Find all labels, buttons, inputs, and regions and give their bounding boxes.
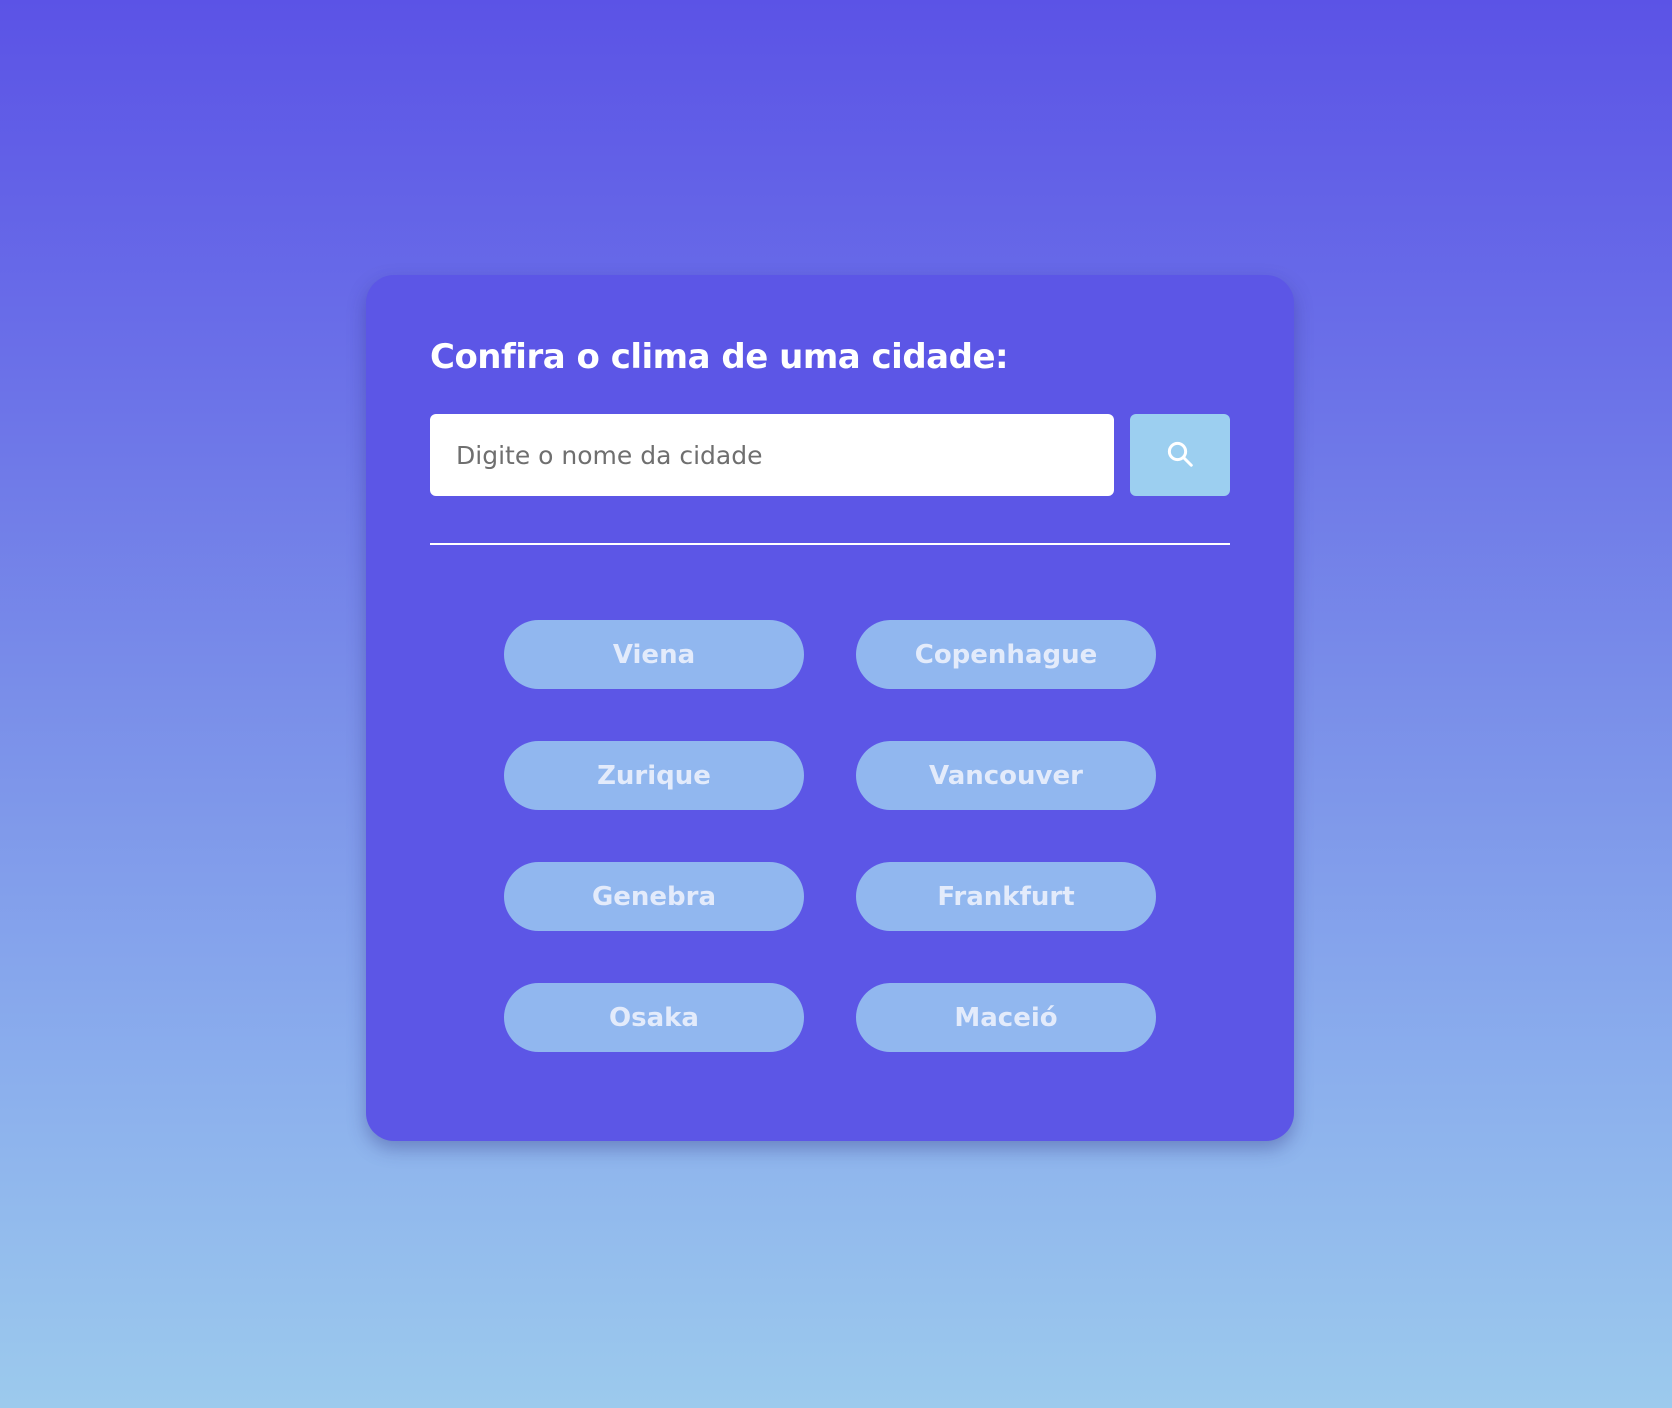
city-shortcuts: Viena Copenhague Zurique Vancouver Geneb… [504,620,1156,1052]
city-search-input[interactable] [430,414,1114,496]
city-button-genebra[interactable]: Genebra [504,862,804,931]
divider [430,543,1230,545]
city-button-frankfurt[interactable]: Frankfurt [856,862,1156,931]
city-button-copenhague[interactable]: Copenhague [856,620,1156,689]
city-button-osaka[interactable]: Osaka [504,983,804,1052]
page-title: Confira o clima de uma cidade: [430,337,1009,377]
weather-card: Confira o clima de uma cidade: Viena Cop… [366,275,1294,1141]
search-button[interactable] [1130,414,1230,496]
city-button-maceio[interactable]: Maceió [856,983,1156,1052]
city-button-vancouver[interactable]: Vancouver [856,741,1156,810]
city-button-viena[interactable]: Viena [504,620,804,689]
search-icon [1165,439,1195,472]
city-button-zurique[interactable]: Zurique [504,741,804,810]
